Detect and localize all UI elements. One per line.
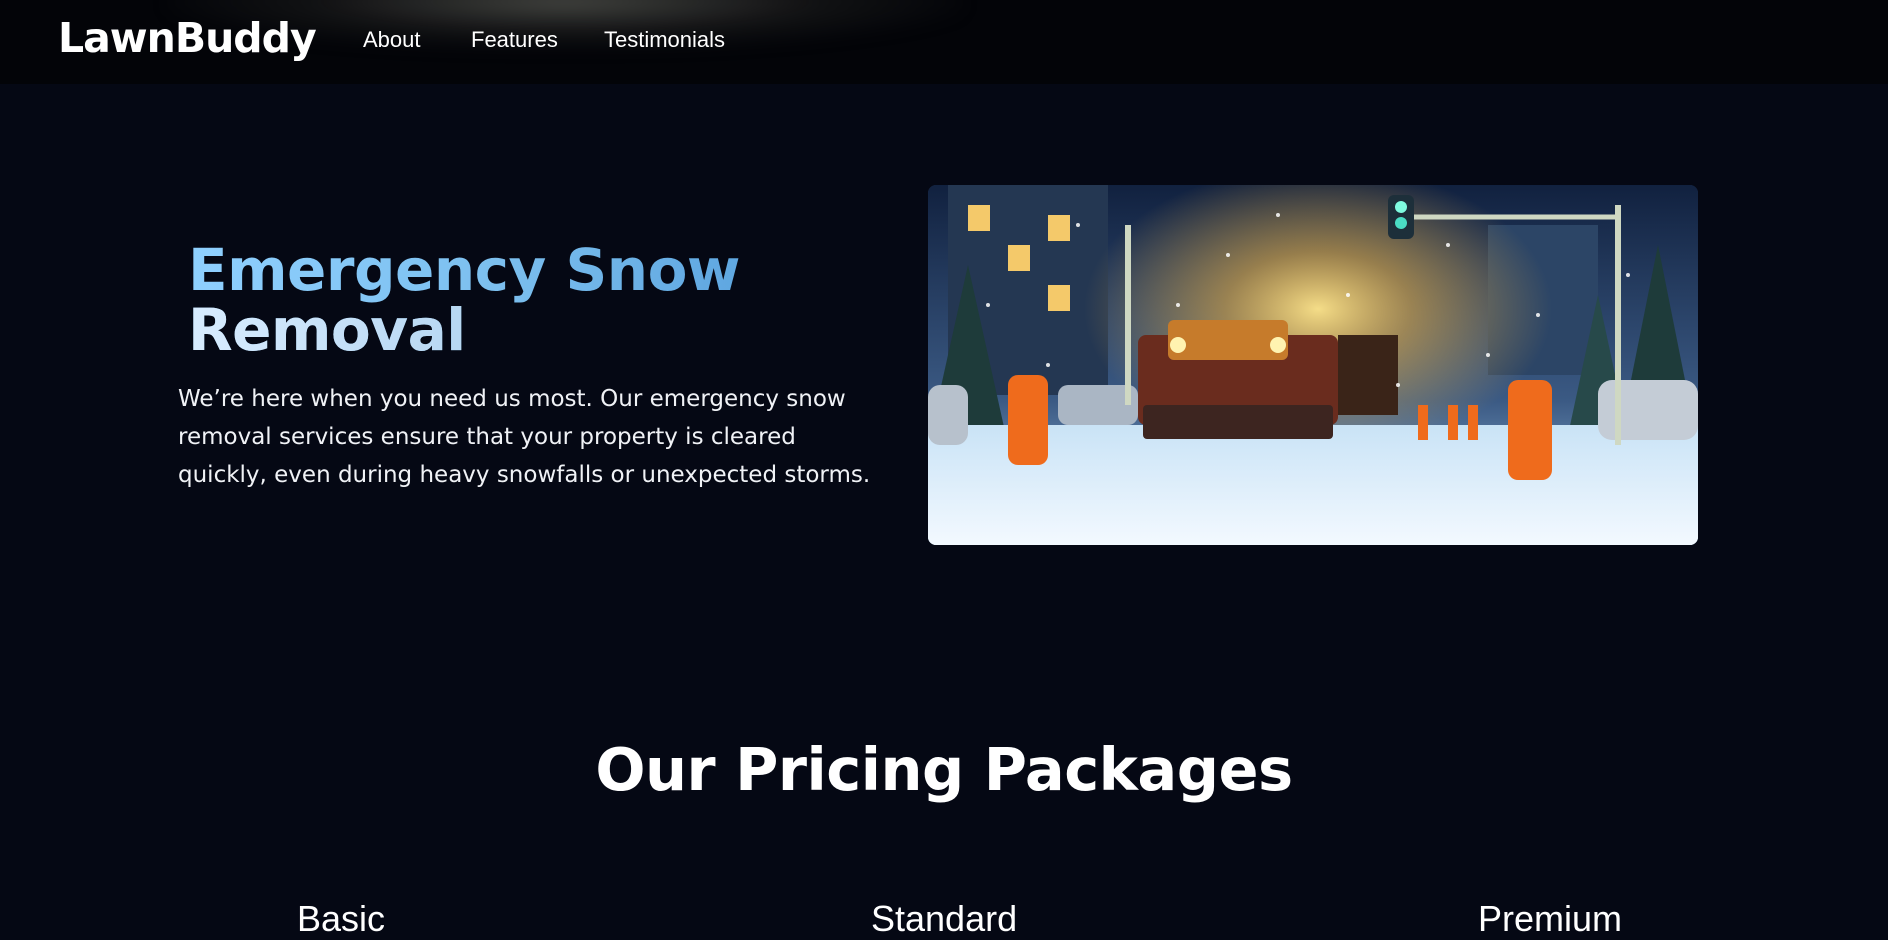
pricing-section-title: Our Pricing Packages [595, 735, 1293, 804]
hero-title: Emergency Snow Removal [188, 240, 748, 360]
plan-name-premium: Premium [1478, 898, 1623, 939]
hero-description: We’re here when you need us most. Our em… [178, 386, 871, 488]
hero-title-line2: Removal [188, 296, 466, 364]
snow-plow-illustration [928, 185, 1698, 545]
nav-link-testimonials[interactable]: Testimonials [604, 27, 725, 53]
navbar: LawnBuddy About Features Testimonials [0, 0, 1888, 84]
hero-title-line1: Emergency Snow [188, 236, 741, 304]
plan-name-basic: Basic [297, 898, 386, 939]
plan-name-standard: Standard [871, 898, 1018, 939]
brand-logo[interactable]: LawnBuddy [58, 14, 317, 62]
nav-link-about[interactable]: About [363, 27, 421, 53]
hero-image [928, 185, 1698, 545]
nav-link-features[interactable]: Features [471, 27, 558, 53]
